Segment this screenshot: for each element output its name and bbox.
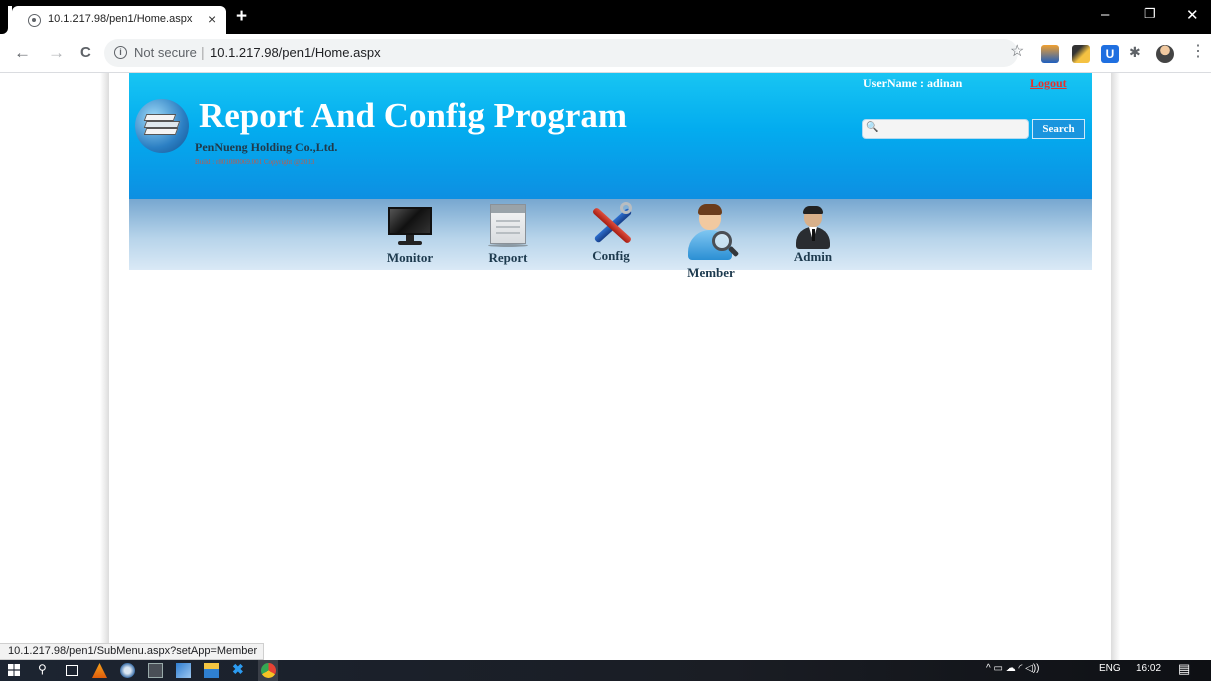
minimize-button[interactable]: –	[1101, 6, 1109, 23]
reload-button[interactable]: C	[80, 45, 91, 60]
clock[interactable]: 16:02	[1136, 663, 1161, 674]
search-button[interactable]: Search	[1032, 119, 1085, 139]
tab-close-button[interactable]: ×	[208, 11, 216, 27]
menu-item-label: Report	[488, 250, 528, 265]
report-document-icon	[488, 204, 528, 248]
security-label: Not secure	[134, 45, 197, 60]
menu-item-label: Admin	[793, 249, 833, 264]
task-view-icon[interactable]	[66, 665, 78, 676]
search-input[interactable]: 🔍	[862, 119, 1029, 139]
vlc-app-icon[interactable]	[92, 663, 107, 678]
menu-item-report[interactable]: Report	[482, 204, 534, 266]
vscode-icon[interactable]: ✖	[232, 661, 247, 677]
search-icon: 🔍	[866, 122, 879, 133]
language-indicator[interactable]: ENG	[1099, 663, 1121, 674]
menu-item-label: Monitor	[386, 250, 434, 265]
username-label: UserName : adinan	[863, 76, 963, 90]
info-icon[interactable]: i	[114, 46, 127, 59]
member-search-icon	[684, 204, 740, 263]
menu-item-monitor[interactable]: Monitor	[381, 207, 439, 266]
logout-link[interactable]: Logout	[1030, 76, 1067, 91]
restore-button[interactable]: ❐	[1144, 6, 1156, 22]
page-shadow-left	[100, 73, 109, 660]
address-bar[interactable]: i Not secure | 10.1.217.98/pen1/Home.asp…	[104, 39, 1018, 67]
browser-tabstrip: 10.1.217.98/pen1/Home.aspx × + – ❐ ✕	[0, 0, 1211, 34]
page-viewport: Report And Config Program PenNueng Holdi…	[0, 73, 1211, 660]
windows-start-icon[interactable]	[8, 664, 20, 676]
globe-icon	[28, 14, 41, 27]
forward-button[interactable]: →	[48, 44, 65, 61]
redir-extension-icon[interactable]	[1041, 45, 1059, 63]
file-explorer-icon[interactable]	[204, 663, 219, 678]
profile-avatar-icon[interactable]	[1156, 45, 1174, 63]
config-tools-icon	[586, 200, 636, 250]
notification-icon[interactable]: ▤	[1178, 661, 1190, 677]
tab-title: 10.1.217.98/pen1/Home.aspx	[48, 13, 193, 25]
browser-toolbar: ← → C i Not secure | 10.1.217.98/pen1/Ho…	[0, 34, 1211, 73]
bookmark-star-icon[interactable]: ☆	[1010, 44, 1024, 60]
back-button[interactable]: ←	[14, 44, 31, 61]
windows-taskbar: ⚲ ✖ ^ ▭ ☁ ◜ ◁)) ENG 16:02 ▤	[0, 660, 1211, 681]
url-text[interactable]: 10.1.217.98/pen1/Home.aspx	[210, 45, 381, 60]
menu-item-label: Member	[687, 265, 735, 280]
system-tray-icons[interactable]: ^ ▭ ☁ ◜ ◁))	[986, 663, 1039, 674]
admin-person-icon	[794, 206, 832, 251]
page-shadow-right	[1111, 73, 1120, 660]
site-title: Report And Config Program	[199, 96, 628, 135]
company-name: PenNueng Holding Co.,Ltd.	[195, 140, 338, 154]
browser-menu-button[interactable]: ⋮	[1190, 44, 1206, 60]
status-url-bubble: 10.1.217.98/pen1/SubMenu.aspx?setApp=Mem…	[0, 643, 265, 660]
site-header: Report And Config Program PenNueng Holdi…	[129, 73, 1092, 199]
address-separator: |	[201, 44, 205, 60]
menu-item-config[interactable]: Config	[582, 200, 640, 264]
build-info: Build : r801080069.001 Copyright @2013	[195, 158, 315, 166]
browser-tab[interactable]: 10.1.217.98/pen1/Home.aspx ×	[12, 6, 226, 34]
u-extension-icon[interactable]: U	[1101, 45, 1119, 63]
menu-item-admin[interactable]: Admin	[786, 206, 840, 265]
chrome-app-icon[interactable]	[261, 663, 276, 678]
search-icon[interactable]: ⚲	[38, 662, 53, 677]
app-icon[interactable]	[120, 663, 135, 678]
books-logo-icon	[135, 99, 189, 153]
menu-item-member[interactable]: Member	[680, 204, 742, 281]
main-menu: Monitor Report Config Member Admin	[129, 199, 1092, 280]
puzzle-extension-icon[interactable]: ✱	[1129, 44, 1147, 62]
tab-edge	[0, 6, 12, 34]
menu-item-label: Config	[592, 248, 630, 263]
dropper-extension-icon[interactable]	[1072, 45, 1090, 63]
new-tab-button[interactable]: +	[236, 7, 247, 26]
network-app-icon[interactable]	[176, 663, 191, 678]
monitor-icon	[388, 207, 432, 247]
close-window-button[interactable]: ✕	[1186, 6, 1199, 24]
terminal-app-icon[interactable]	[148, 663, 163, 678]
